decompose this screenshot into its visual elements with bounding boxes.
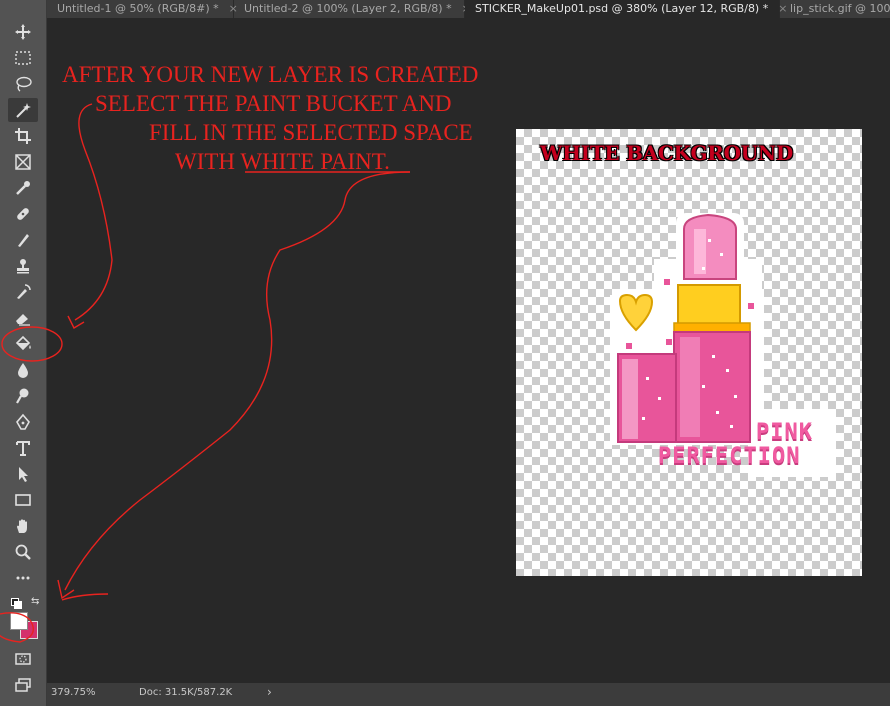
stamp-icon[interactable] [8,254,38,278]
tab-sticker-makeup[interactable]: STICKER_MakeUp01.psd @ 380% (Layer 12, R… [465,0,787,18]
paint-bucket-icon[interactable] [8,332,38,356]
foreground-color-swatch[interactable] [10,612,28,630]
tab-label: Untitled-1 @ 50% (RGB/8#) * [57,2,219,15]
hand-icon[interactable] [8,514,38,538]
color-swatches: ⇆ [7,594,41,644]
move-icon[interactable] [8,20,38,44]
screen-mode-icon[interactable] [8,673,38,697]
toolbar: ⇆ [0,0,47,706]
default-colors-icon-front [14,601,22,609]
healing-icon[interactable] [8,202,38,226]
brush-icon[interactable] [8,228,38,252]
swap-colors-icon[interactable]: ⇆ [31,596,39,607]
doc-size: Doc: 31.5K/587.2K [139,687,233,698]
annotation-line-1: AFTER YOUR NEW LAYER IS CREATED [62,62,479,87]
rectangle-icon[interactable] [8,488,38,512]
more-icon[interactable] [8,566,38,590]
tab-label: lip_stick.gif @ 100% [790,2,890,15]
zoom-level[interactable]: 379.75% [51,687,96,698]
tab-lip-stick[interactable]: lip_stick.gif @ 100% [780,0,890,18]
magic-wand-icon[interactable] [8,98,38,122]
history-brush-icon[interactable] [8,280,38,304]
tab-untitled-2[interactable]: Untitled-2 @ 100% (Layer 2, RGB/8) * × [234,0,471,18]
lasso-icon[interactable] [8,72,38,96]
tab-untitled-1[interactable]: Untitled-1 @ 50% (RGB/8#) * × [47,0,238,18]
document-canvas[interactable]: WHITE BACKGROUND PINK PERFECTION [516,129,862,576]
blur-icon[interactable] [8,358,38,382]
annotation-line-3: FILL IN THE SELECTED SPACE [149,120,473,145]
document-tab-bar: Untitled-1 @ 50% (RGB/8#) * × Untitled-2… [47,0,890,18]
quick-mask-icon[interactable] [8,647,38,671]
status-menu-arrow-icon[interactable]: › [267,685,272,699]
tab-label: Untitled-2 @ 100% (Layer 2, RGB/8) * [244,2,452,15]
annotation-line-2: SELECT THE PAINT BUCKET AND [95,91,452,116]
lipstick-sticker-image [610,213,836,477]
sticker-text-perfection: PERFECTION [658,444,801,469]
path-select-icon[interactable] [8,462,38,486]
pen-icon[interactable] [8,410,38,434]
crop-icon[interactable] [8,124,38,148]
status-bar: 379.75% Doc: 31.5K/587.2K › [47,683,890,706]
dodge-icon[interactable] [8,384,38,408]
marquee-icon[interactable] [8,46,38,70]
tab-label: STICKER_MakeUp01.psd @ 380% (Layer 12, R… [475,2,769,15]
frame-icon[interactable] [8,150,38,174]
annotation-line-4: WITH WHITE PAINT. [175,149,390,174]
zoom-icon[interactable] [8,540,38,564]
eraser-icon[interactable] [8,306,38,330]
sticker-text-pink: PINK [756,420,813,445]
type-icon[interactable] [8,436,38,460]
eyedropper-icon[interactable] [8,176,38,200]
